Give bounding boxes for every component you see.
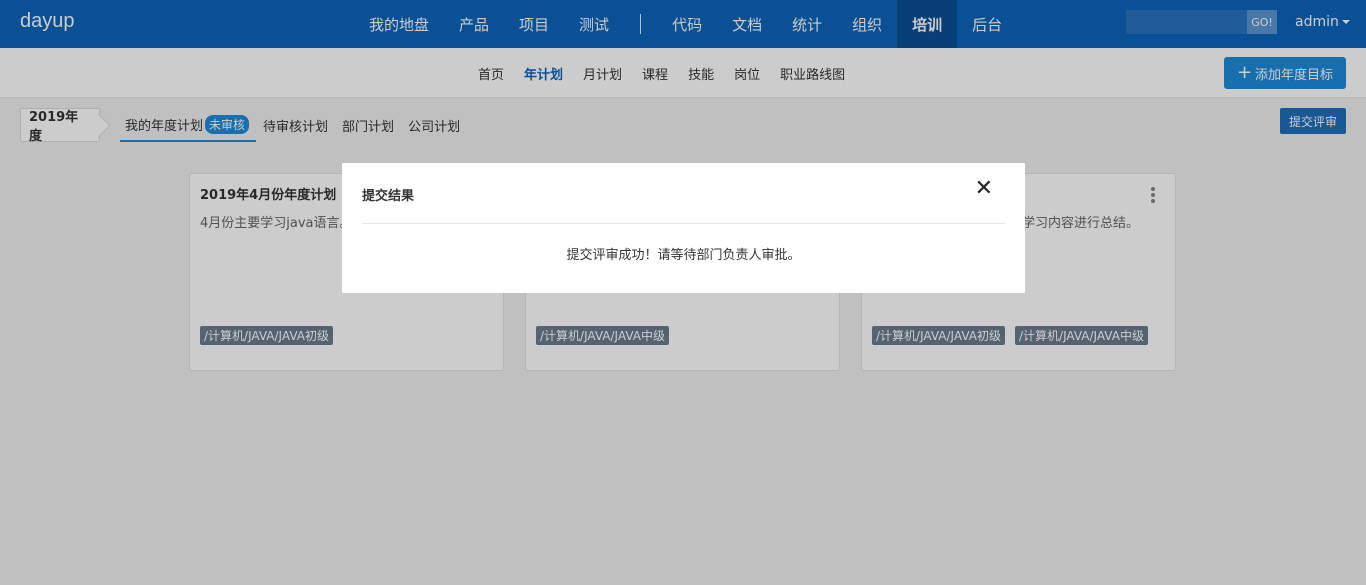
close-icon[interactable]: ✕ — [975, 178, 993, 200]
submit-result-dialog: 提交结果 ✕ 提交评审成功！请等待部门负责人审批。 — [342, 163, 1025, 293]
dialog-message: 提交评审成功！请等待部门负责人审批。 — [566, 248, 801, 263]
dialog-title: 提交结果 — [362, 189, 415, 204]
dialog-divider — [362, 223, 1005, 224]
